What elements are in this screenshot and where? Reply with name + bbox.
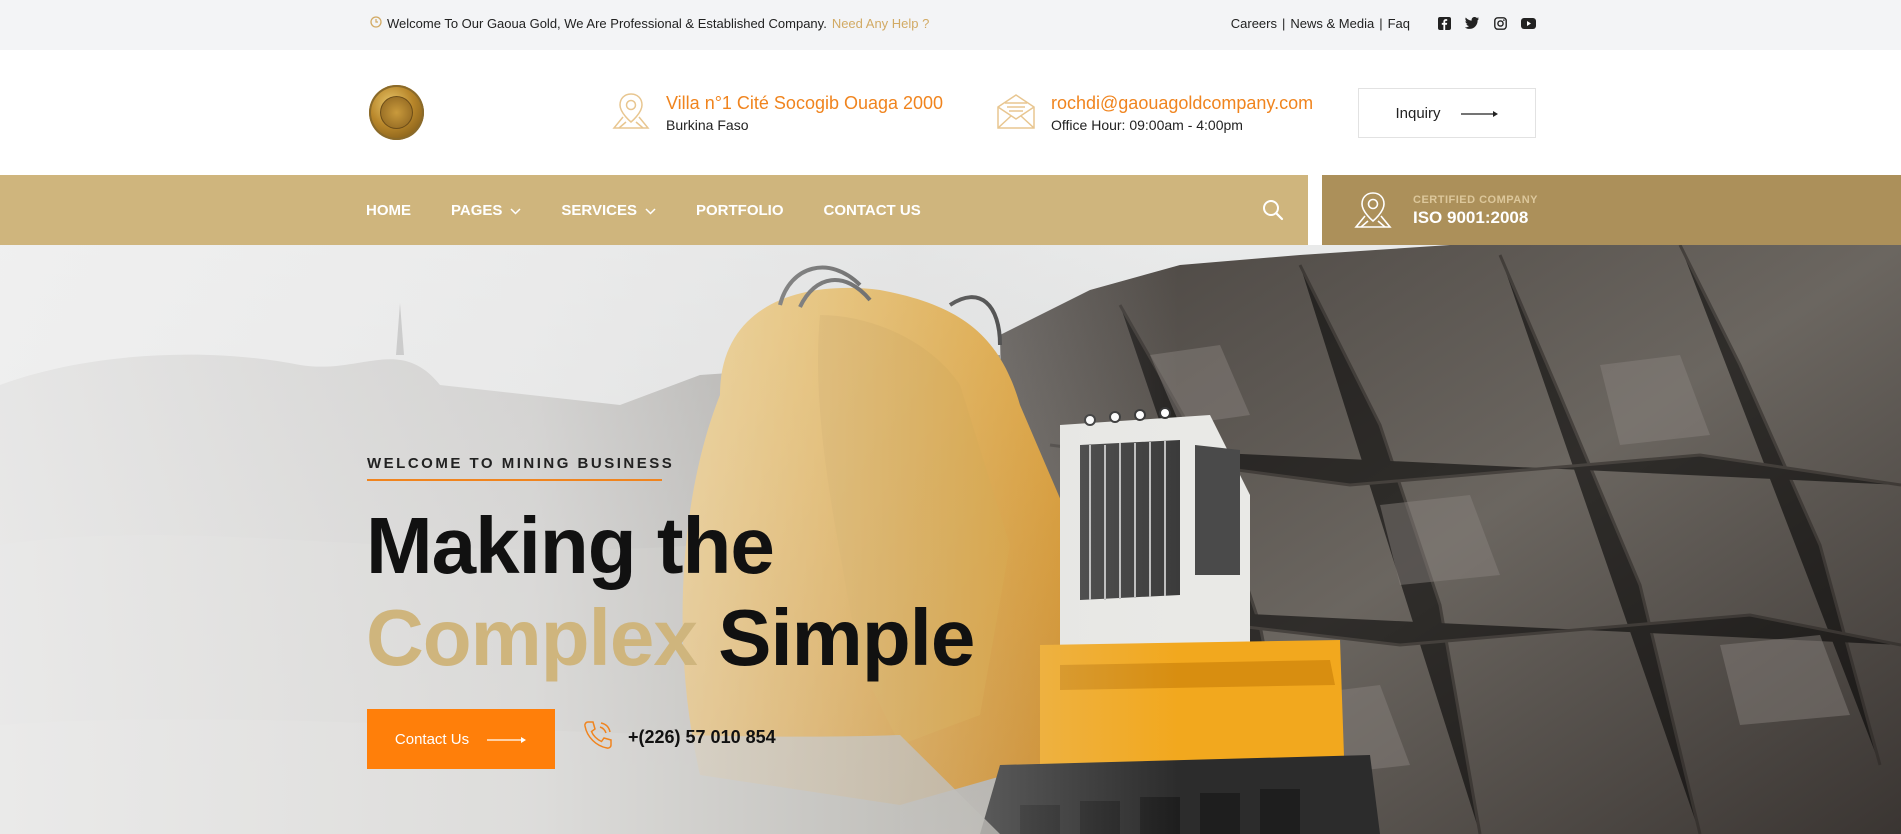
nav-menu: HOME PAGES SERVICES PORTFOLIO CONTACT US (366, 175, 921, 245)
nav-item-contact[interactable]: CONTACT US (824, 202, 921, 219)
search-icon[interactable] (1262, 199, 1284, 221)
address-block: Villa n°1 Cité Socogib Ouaga 2000 Burkin… (610, 90, 943, 137)
facebook-icon[interactable] (1436, 15, 1452, 31)
clock-icon (370, 16, 382, 31)
contact-us-label: Contact Us (394, 730, 470, 748)
nav-item-pages[interactable]: PAGES (451, 202, 521, 219)
site-header: Villa n°1 Cité Socogib Ouaga 2000 Burkin… (0, 50, 1901, 175)
careers-link[interactable]: Careers (1231, 16, 1277, 31)
welcome-message: Welcome To Our Gaoua Gold, We Are Profes… (370, 16, 929, 31)
nav-item-label: CONTACT US (823, 201, 921, 219)
nav-item-portfolio[interactable]: PORTFOLIO (696, 202, 784, 219)
nav-item-label: SERVICES (561, 201, 637, 219)
nav-item-label: PAGES (451, 201, 503, 219)
company-logo[interactable] (369, 85, 424, 140)
email-block: rochdi@gaouagoldcompany.com Office Hour:… (995, 90, 1313, 137)
hero-tagline: WELCOME TO MINING BUSINESS (367, 455, 675, 472)
hero-heading-line1: Making the (366, 501, 775, 590)
nav-item-label: PORTFOLIO (696, 201, 784, 219)
iso-label: ISO 9001:2008 (1413, 208, 1529, 227)
twitter-icon[interactable] (1464, 15, 1480, 31)
phone-icon (582, 719, 614, 756)
faq-link[interactable]: Faq (1388, 16, 1410, 31)
need-help-link[interactable]: Need Any Help ? (832, 16, 930, 31)
hero-heading-highlight: Complex (366, 593, 698, 682)
hero-heading: Making the Complex Simple (366, 500, 975, 684)
nav-item-home[interactable]: HOME (366, 202, 411, 219)
divider: | (1379, 16, 1383, 31)
main-nav: HOME PAGES SERVICES PORTFOLIO CONTACT US (0, 175, 1308, 245)
chevron-down-icon (645, 202, 656, 219)
arrow-right-icon (487, 731, 527, 748)
hero-heading-rest: Simple (718, 593, 975, 682)
inquiry-label: Inquiry (1395, 104, 1441, 122)
phone-block: +(226) 57 010 854 (582, 719, 776, 756)
youtube-icon[interactable] (1520, 15, 1536, 31)
instagram-icon[interactable] (1492, 15, 1508, 31)
hero-section: WELCOME TO MINING BUSINESS Making the Co… (0, 245, 1901, 834)
address-title: Villa n°1 Cité Socogib Ouaga 2000 (666, 92, 944, 113)
top-links: Careers | News & Media | Faq (1231, 16, 1410, 31)
arrow-right-icon (1460, 105, 1499, 122)
chevron-down-icon (510, 202, 521, 219)
certificate-pin-icon (1352, 189, 1394, 236)
social-links (1436, 15, 1536, 31)
nav-item-label: HOME (366, 201, 411, 219)
contact-us-button[interactable]: Contact Us (367, 709, 555, 769)
welcome-text: Welcome To Our Gaoua Gold, We Are Profes… (387, 16, 827, 31)
inquiry-button[interactable]: Inquiry (1358, 88, 1536, 138)
divider: | (1282, 16, 1286, 31)
nav-item-services[interactable]: SERVICES (561, 202, 656, 219)
office-hours: Office Hour: 09:00am - 4:00pm (1051, 116, 1243, 133)
email-link[interactable]: rochdi@gaouagoldcompany.com (1051, 92, 1313, 114)
news-media-link[interactable]: News & Media (1290, 16, 1374, 31)
phone-number[interactable]: +(226) 57 010 854 (628, 727, 776, 748)
envelope-icon (995, 90, 1037, 137)
certified-label: CERTIFIED COMPANY (1413, 194, 1539, 206)
map-pin-icon (610, 90, 652, 137)
top-bar: Welcome To Our Gaoua Gold, We Are Profes… (0, 0, 1901, 50)
address-country: Burkina Faso (666, 116, 749, 133)
certified-badge: CERTIFIED COMPANY ISO 9001:2008 (1322, 175, 1901, 245)
tagline-underline (367, 479, 662, 481)
hero-heading-line2: Complex Simple (366, 592, 975, 684)
